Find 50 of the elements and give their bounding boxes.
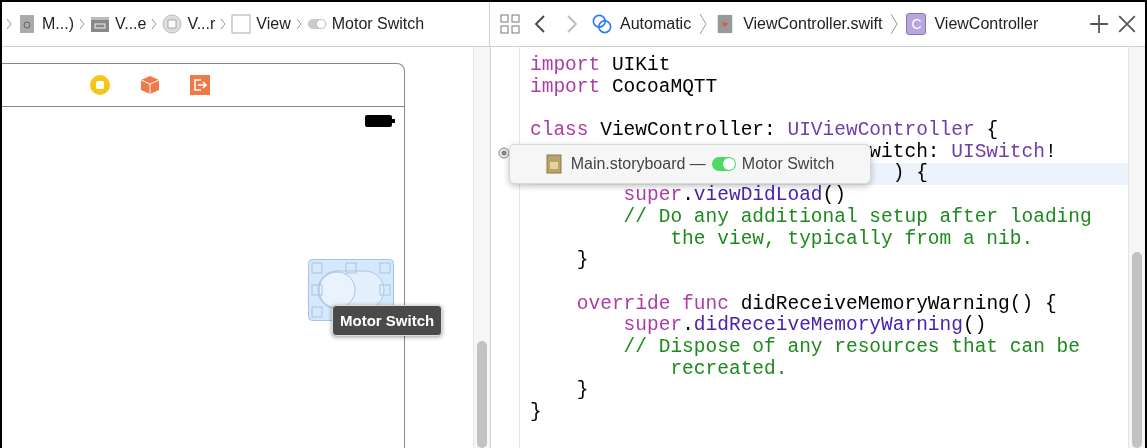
back-icon[interactable] (534, 14, 546, 34)
tooltip: Motor Switch (332, 305, 443, 336)
code-line: recreated. (669, 357, 788, 380)
code-line: // Do any additional setup after loading (622, 205, 1092, 228)
code-line: } (575, 249, 589, 272)
cube-icon[interactable] (139, 74, 161, 96)
code-line: import UIKit (530, 54, 671, 76)
grid-icon[interactable] (500, 14, 520, 34)
add-icon[interactable] (1089, 14, 1109, 34)
breadcrumb-item[interactable]: V...r (187, 15, 216, 33)
document-icon[interactable] (17, 14, 37, 34)
chevron-icon (6, 18, 12, 30)
scrollbar-thumb[interactable] (1132, 252, 1142, 448)
circle-icon[interactable] (89, 74, 111, 96)
chevron-icon (151, 18, 158, 30)
linked-circles-icon[interactable] (592, 14, 612, 34)
outlet-name: Motor Switch (741, 155, 835, 173)
outlet-connection-icon[interactable] (498, 146, 510, 159)
chevron-icon (79, 18, 85, 30)
scrollbar-thumb[interactable] (477, 341, 487, 448)
breadcrumb-item[interactable]: V...e (115, 15, 147, 33)
storyboard-file-icon (545, 154, 562, 174)
exit-icon[interactable] (189, 74, 211, 96)
code-line: super.viewDidLoad() (622, 184, 846, 207)
close-icon[interactable] (1117, 14, 1137, 34)
path-item[interactable]: ViewController (934, 15, 1039, 33)
circle-icon[interactable] (162, 14, 183, 34)
code-line: the view, typically from a nib. (669, 227, 1034, 250)
chevron-icon (890, 13, 899, 35)
battery-icon (364, 114, 396, 128)
code-line: override func didReceiveMemoryWarning() { (575, 292, 1057, 315)
storyboard-name: Main.storyboard — (570, 155, 706, 173)
square-icon[interactable] (231, 14, 252, 34)
code-line: ) { (892, 162, 928, 185)
code-line: // Dispose of any resources that can be (622, 335, 1080, 358)
code-line: witch: UISwitch! (869, 140, 1057, 163)
chevron-icon (220, 18, 227, 30)
path-item[interactable]: ViewController.swift (743, 15, 883, 33)
code-line: import CocoaMQTT (530, 75, 718, 98)
code-line: } (575, 379, 589, 402)
code-line: } (530, 401, 542, 423)
path-item[interactable]: Automatic (620, 15, 692, 33)
breadcrumb-item[interactable]: M...) (42, 15, 74, 33)
breadcrumb-item[interactable]: View (256, 15, 291, 33)
window-icon[interactable] (90, 14, 110, 34)
code-line: class ViewController: UIViewController { (530, 119, 999, 142)
chevron-icon (699, 13, 708, 35)
breadcrumb-item[interactable]: Motor Switch (331, 15, 425, 33)
chevron-icon (295, 18, 302, 30)
code-line: super.didReceiveMemoryWarning() (622, 314, 987, 337)
